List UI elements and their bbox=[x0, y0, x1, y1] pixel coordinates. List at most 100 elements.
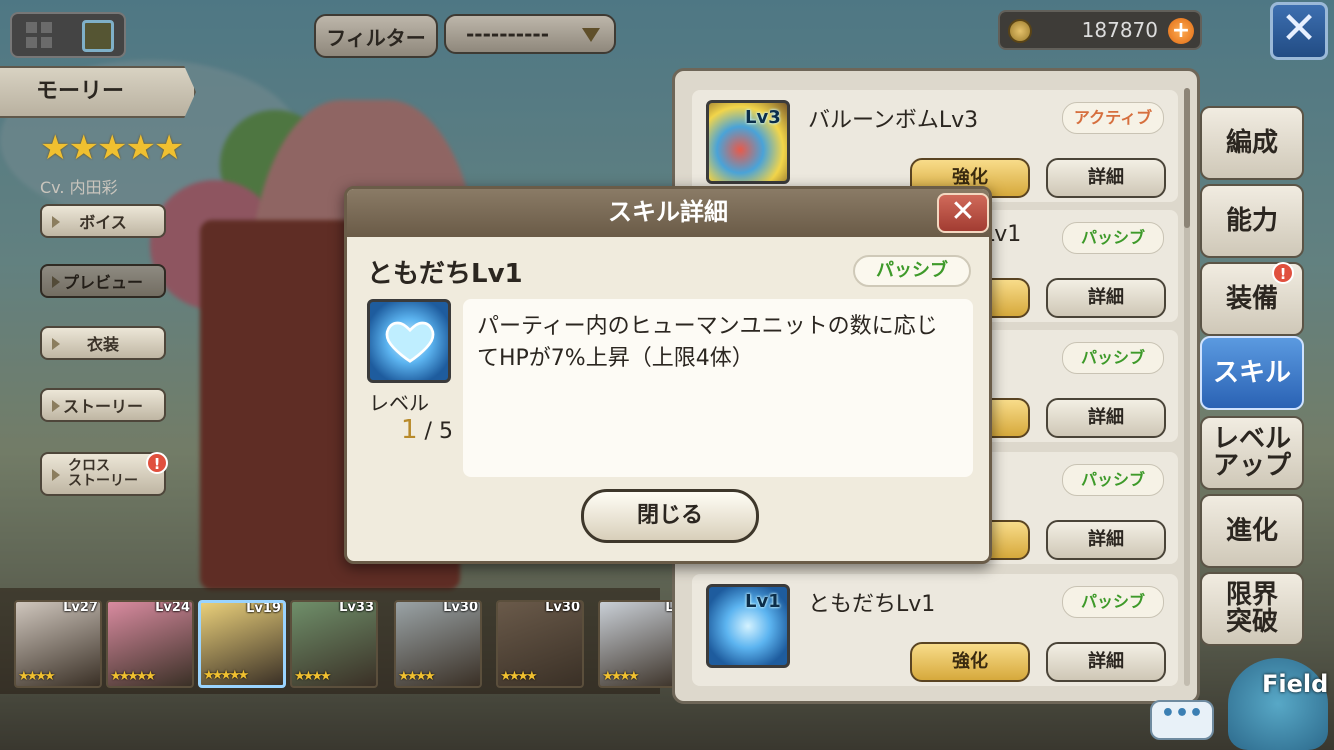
preview-button[interactable]: プレビュー bbox=[40, 264, 166, 298]
story-button[interactable]: ストーリー bbox=[40, 388, 166, 422]
unit-level: Lv30 bbox=[545, 600, 580, 615]
skill-type-badge: パッシブ bbox=[1062, 464, 1164, 496]
roster-unit[interactable]: Lv24 ★★★★★ bbox=[106, 600, 194, 688]
skill-type-badge: パッシブ bbox=[1062, 586, 1164, 618]
tab-label: 編成 bbox=[1225, 127, 1278, 158]
unit-level: Lv19 bbox=[246, 601, 281, 616]
level-max: / 5 bbox=[424, 419, 453, 444]
play-icon bbox=[52, 276, 60, 288]
detail-button[interactable]: 詳細 bbox=[1046, 642, 1166, 682]
tab-5[interactable]: 進化 bbox=[1200, 494, 1304, 568]
close-dialog-button[interactable]: 閉じる bbox=[581, 489, 759, 543]
tab-label: 限界 突破 bbox=[1225, 580, 1278, 637]
unit-stars: ★★★★ bbox=[602, 669, 640, 684]
story-button-label: ストーリー bbox=[62, 397, 143, 416]
unit-stars: ★★★★★ bbox=[110, 669, 156, 684]
alert-badge: ! bbox=[146, 452, 168, 474]
skill-level-badge: Lv1 bbox=[745, 591, 781, 612]
close-screen-button[interactable]: ✕ bbox=[1270, 2, 1328, 60]
skill-name: バルーンボムLv3 bbox=[808, 108, 979, 133]
voice-button[interactable]: ボイス bbox=[40, 204, 166, 238]
roster-unit[interactable]: Lv33 ★★★★ bbox=[290, 600, 378, 688]
filter-button[interactable]: フィルター bbox=[314, 14, 438, 58]
detail-button[interactable]: 詳細 bbox=[1046, 398, 1166, 438]
skill-card: Lv1 ともだちLv1 パッシブ 強化 詳細 bbox=[692, 574, 1178, 686]
grid-icon bbox=[26, 22, 52, 48]
cross-story-label-line1: クロス bbox=[68, 458, 110, 474]
tab-3[interactable]: スキル bbox=[1200, 336, 1304, 410]
skill-name: ともだちLv1 bbox=[808, 592, 936, 617]
enhance-button[interactable]: 強化 bbox=[910, 642, 1030, 682]
character-name: モーリー bbox=[0, 66, 196, 118]
unit-stars: ★★★★ bbox=[500, 669, 538, 684]
unit-stars: ★★★★★ bbox=[203, 668, 249, 683]
level-label: レベル bbox=[369, 391, 429, 415]
square-icon bbox=[82, 20, 114, 52]
add-currency-button[interactable]: + bbox=[1168, 18, 1194, 44]
tab-label: 能力 bbox=[1225, 205, 1278, 236]
tab-label: レベル アップ bbox=[1212, 424, 1291, 481]
detail-button[interactable]: 詳細 bbox=[1046, 520, 1166, 560]
tab-label: 装備 bbox=[1225, 283, 1278, 314]
chevron-down-icon bbox=[582, 28, 600, 42]
tab-0[interactable]: 編成 bbox=[1200, 106, 1304, 180]
costume-button[interactable]: 衣装 bbox=[40, 326, 166, 360]
tab-label: スキル bbox=[1212, 357, 1291, 388]
tab-6[interactable]: 限界 突破 bbox=[1200, 572, 1304, 646]
skill-type-badge: アクティブ bbox=[1062, 102, 1164, 134]
roster-unit[interactable]: Lv19 ★★★★★ bbox=[198, 600, 286, 688]
tab-1[interactable]: 能力 bbox=[1200, 184, 1304, 258]
detail-button[interactable]: 詳細 bbox=[1046, 158, 1166, 198]
voice-actor-label: Cv. 内田彩 bbox=[40, 178, 118, 197]
roster-unit[interactable]: Lv30 ★★★★ bbox=[394, 600, 482, 688]
coin-icon bbox=[1008, 19, 1032, 43]
preview-button-label: プレビュー bbox=[62, 273, 143, 292]
skill-detail-dialog: スキル詳細 ✕ ともだちLv1 パッシブ レベル 1 / 5 パーティー内のヒュ… bbox=[344, 186, 992, 564]
unit-stars: ★★★★ bbox=[398, 669, 436, 684]
play-icon bbox=[52, 400, 60, 412]
unit-stars: ★★★★ bbox=[18, 669, 56, 684]
skill-icon[interactable]: Lv3 bbox=[706, 100, 790, 184]
skill-description: パーティー内のヒューマンユニットの数に応じてHPが7%上昇（上限4体） bbox=[463, 299, 973, 477]
filter-dropdown[interactable]: ---------- bbox=[444, 14, 616, 54]
dropdown-value: ---------- bbox=[466, 22, 550, 46]
play-icon bbox=[52, 469, 60, 481]
tab-4[interactable]: レベル アップ bbox=[1200, 416, 1304, 490]
unit-level: Lv24 bbox=[155, 600, 190, 615]
level-value: 1 / 5 bbox=[401, 415, 453, 445]
cross-story-label: クロス ストーリー bbox=[68, 459, 138, 489]
skill-heart-icon bbox=[367, 299, 451, 383]
equipment-alert-badge: ! bbox=[1272, 262, 1294, 284]
dialog-title: スキル詳細 bbox=[347, 189, 989, 237]
field-button[interactable]: Field bbox=[1218, 650, 1334, 750]
detail-button[interactable]: 詳細 bbox=[1046, 278, 1166, 318]
roster-unit[interactable]: Lv27 ★★★★ bbox=[14, 600, 102, 688]
character-rarity-stars: ★★★★★ bbox=[40, 128, 184, 168]
skill-icon[interactable]: Lv1 bbox=[706, 584, 790, 668]
heart-icon bbox=[385, 321, 435, 363]
play-icon bbox=[52, 338, 60, 350]
dialog-close-button[interactable]: ✕ bbox=[937, 193, 989, 233]
skill-level-badge: Lv3 bbox=[745, 107, 781, 128]
skill-type-badge: パッシブ bbox=[1062, 222, 1164, 254]
unit-level: Lv33 bbox=[339, 600, 374, 615]
costume-button-label: 衣装 bbox=[86, 335, 119, 354]
level-current: 1 bbox=[401, 415, 418, 445]
chat-button[interactable]: ••• bbox=[1150, 700, 1214, 740]
unit-stars: ★★★★ bbox=[294, 669, 332, 684]
currency-display: 187870 + bbox=[998, 10, 1202, 50]
scrollbar-thumb[interactable] bbox=[1184, 88, 1190, 228]
field-label: Field bbox=[1262, 670, 1329, 698]
unit-level: Lv27 bbox=[63, 600, 98, 615]
skill-name: ともだちLv1 bbox=[367, 259, 523, 289]
unit-level: Lv30 bbox=[443, 600, 478, 615]
play-icon bbox=[52, 216, 60, 228]
menu-button[interactable] bbox=[10, 12, 126, 58]
voice-button-label: ボイス bbox=[79, 213, 127, 232]
skill-type-badge: パッシブ bbox=[853, 255, 971, 287]
skill-type-badge: パッシブ bbox=[1062, 342, 1164, 374]
roster-unit[interactable]: Lv30 ★★★★ bbox=[496, 600, 584, 688]
tab-label: 進化 bbox=[1225, 515, 1278, 546]
currency-value: 187870 bbox=[1081, 18, 1158, 42]
cross-story-label-line2: ストーリー bbox=[68, 473, 138, 489]
